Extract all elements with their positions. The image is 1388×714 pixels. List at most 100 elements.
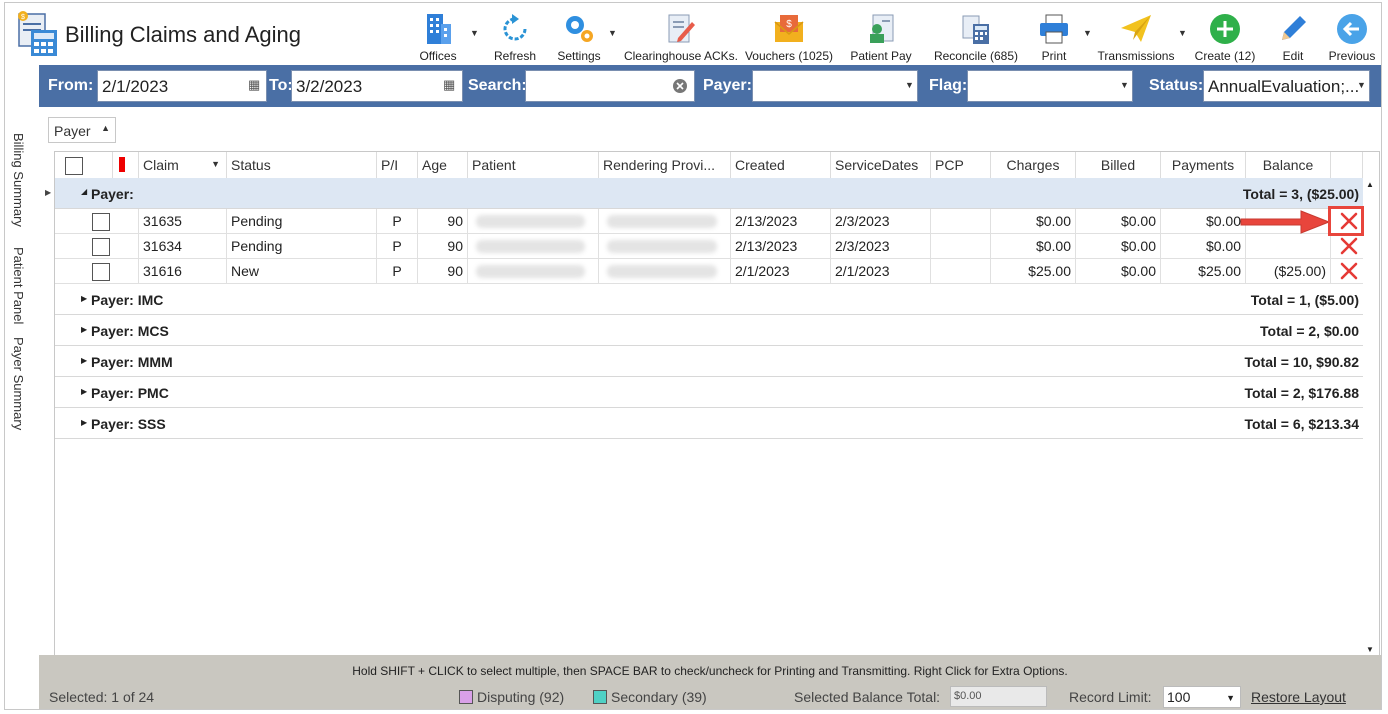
group-title: Payer: MCS [91,323,169,339]
edit-button[interactable]: Edit [1273,7,1313,63]
print-dropdown-icon[interactable]: ▼ [1083,28,1092,38]
col-pcp[interactable]: PCP [931,152,991,178]
to-date-input[interactable]: 3/2/2023 [291,70,463,102]
patient-pay-button[interactable]: Patient Pay [850,7,912,63]
settings-button[interactable]: Settings [551,7,607,63]
refresh-button[interactable]: Refresh [491,7,539,63]
print-button[interactable]: Print [1033,7,1075,63]
record-limit-dropdown-icon[interactable]: ▼ [1226,693,1235,703]
offices-button[interactable]: Offices [415,7,461,63]
page-title: Billing Claims and Aging [65,22,302,47]
disputing-legend[interactable]: Disputing (92) [459,689,564,705]
to-date-value: 3/2/2023 [296,77,363,96]
expand-icon[interactable]: ▶ [81,294,87,303]
flag-select[interactable] [967,70,1133,102]
group-row[interactable]: ▶ Payer: SSS Total = 6, $213.34 [55,408,1363,439]
delete-icon[interactable] [1340,262,1358,280]
transmissions-dropdown-icon[interactable]: ▼ [1178,28,1187,38]
col-pi-label: P/I [381,157,399,173]
col-patient[interactable]: Patient [468,152,599,178]
tab-payer-summary[interactable]: Payer Summary [11,337,26,430]
status-dropdown-icon[interactable]: ▼ [1357,80,1366,90]
settings-dropdown-icon[interactable]: ▼ [608,28,617,38]
group-summary: Total = 3, ($25.00) [1242,186,1359,202]
sort-asc-icon[interactable]: ▲ [101,123,110,133]
flag-dropdown-icon[interactable]: ▼ [1120,80,1129,90]
expand-icon[interactable]: ▶ [81,387,87,396]
col-payments[interactable]: Payments [1161,152,1246,178]
vertical-scrollbar[interactable]: ▲ ▼ [1362,178,1379,656]
flag-header [113,152,139,178]
vouchers-button[interactable]: $ Vouchers (1025) [743,7,835,63]
pcp-cell [931,209,991,234]
restore-layout-link[interactable]: Restore Layout [1251,689,1346,705]
calendar-icon[interactable]: ▦ [443,77,455,93]
calendar-icon[interactable]: ▦ [248,77,260,93]
clear-search-icon[interactable] [673,79,687,93]
col-rendering-provider[interactable]: Rendering Provi... [599,152,731,178]
from-date-input[interactable]: 2/1/2023 [97,70,267,102]
group-row[interactable]: ▶ Payer: PMC Total = 2, $176.88 [55,377,1363,408]
group-row[interactable]: ▶ Payer: MCS Total = 2, $0.00 [55,315,1363,346]
previous-button[interactable]: Previous [1327,7,1377,63]
group-row-payer[interactable]: ◢ Payer: Total = 3, ($25.00) [55,178,1363,209]
balance-total-field: $0.00 [950,686,1047,707]
back-arrow-icon [1337,14,1367,44]
col-claim[interactable]: Claim ▼ [139,152,227,178]
collapse-icon[interactable]: ◢ [81,187,87,196]
expand-icon[interactable]: ▶ [81,325,87,334]
group-by-payer-chip[interactable]: Payer ▲ [48,117,116,143]
col-status[interactable]: Status [227,152,377,178]
secondary-legend[interactable]: Secondary (39) [593,689,707,705]
secondary-label: Secondary (39) [611,689,707,705]
delete-icon[interactable] [1340,237,1358,255]
col-age[interactable]: Age [418,152,468,178]
table-row[interactable]: 31616 New P 90 2/1/2023 2/1/2023 $25.00 $0.00 $2… [55,259,1363,284]
offices-dropdown-icon[interactable]: ▼ [470,28,479,38]
status-cell: Pending [227,209,377,234]
search-input[interactable] [525,70,695,102]
created-cell: 2/1/2023 [731,259,831,284]
row-checkbox[interactable] [92,213,110,231]
col-billed[interactable]: Billed [1076,152,1161,178]
col-balance[interactable]: Balance [1246,152,1331,178]
row-select-cell [55,209,113,234]
col-charges[interactable]: Charges [991,152,1076,178]
group-summary: Total = 1, ($5.00) [1250,292,1359,308]
scroll-up-icon[interactable]: ▲ [1366,180,1374,189]
tab-patient-panel[interactable]: Patient Panel [11,247,26,324]
disputing-swatch [459,690,473,704]
group-row[interactable]: ▶ Payer: IMC Total = 1, ($5.00) [55,284,1363,315]
record-limit-select[interactable]: 100 ▼ [1163,686,1241,708]
create-button[interactable]: Create (12) [1195,7,1255,63]
from-date-value: 2/1/2023 [102,77,169,96]
filter-dropdown-icon[interactable]: ▼ [211,159,220,169]
scroll-down-icon[interactable]: ▼ [1366,645,1374,654]
select-all-checkbox[interactable] [65,157,83,175]
status-select[interactable]: AnnualEvaluation;... [1203,70,1370,102]
group-row[interactable]: ▶ Payer: MMM Total = 10, $90.82 [55,346,1363,377]
row-indicator-icon: ▶ [45,188,52,197]
col-created[interactable]: Created [731,152,831,178]
group-title: Payer: PMC [91,385,169,401]
transmissions-button[interactable]: Transmissions [1097,7,1175,63]
refresh-icon [503,14,527,41]
clearinghouse-acks-button[interactable]: Clearinghouse ACKs. [623,7,739,63]
payer-select[interactable] [752,70,918,102]
reconcile-button[interactable]: Reconcile (685) [931,7,1021,63]
col-service-dates[interactable]: ServiceDates [831,152,931,178]
expand-icon[interactable]: ▶ [81,418,87,427]
age-cell: 90 [418,209,468,234]
table-row[interactable]: 31635 Pending P 90 2/13/2023 2/3/2023 $0.00 $0.… [55,209,1363,234]
group-title: Payer: MMM [91,354,173,370]
redacted-text [476,240,585,253]
row-checkbox[interactable] [92,263,110,281]
tab-billing-summary[interactable]: Billing Summary [11,133,26,227]
col-actions [1331,152,1363,178]
col-pi[interactable]: P/I [377,152,418,178]
payer-dropdown-icon[interactable]: ▼ [905,80,914,90]
table-row[interactable]: 31634 Pending P 90 2/13/2023 2/3/2023 $0.00 $0.… [55,234,1363,259]
row-checkbox[interactable] [92,238,110,256]
expand-icon[interactable]: ▶ [81,356,87,365]
balance-cell: ($25.00) [1246,259,1331,284]
